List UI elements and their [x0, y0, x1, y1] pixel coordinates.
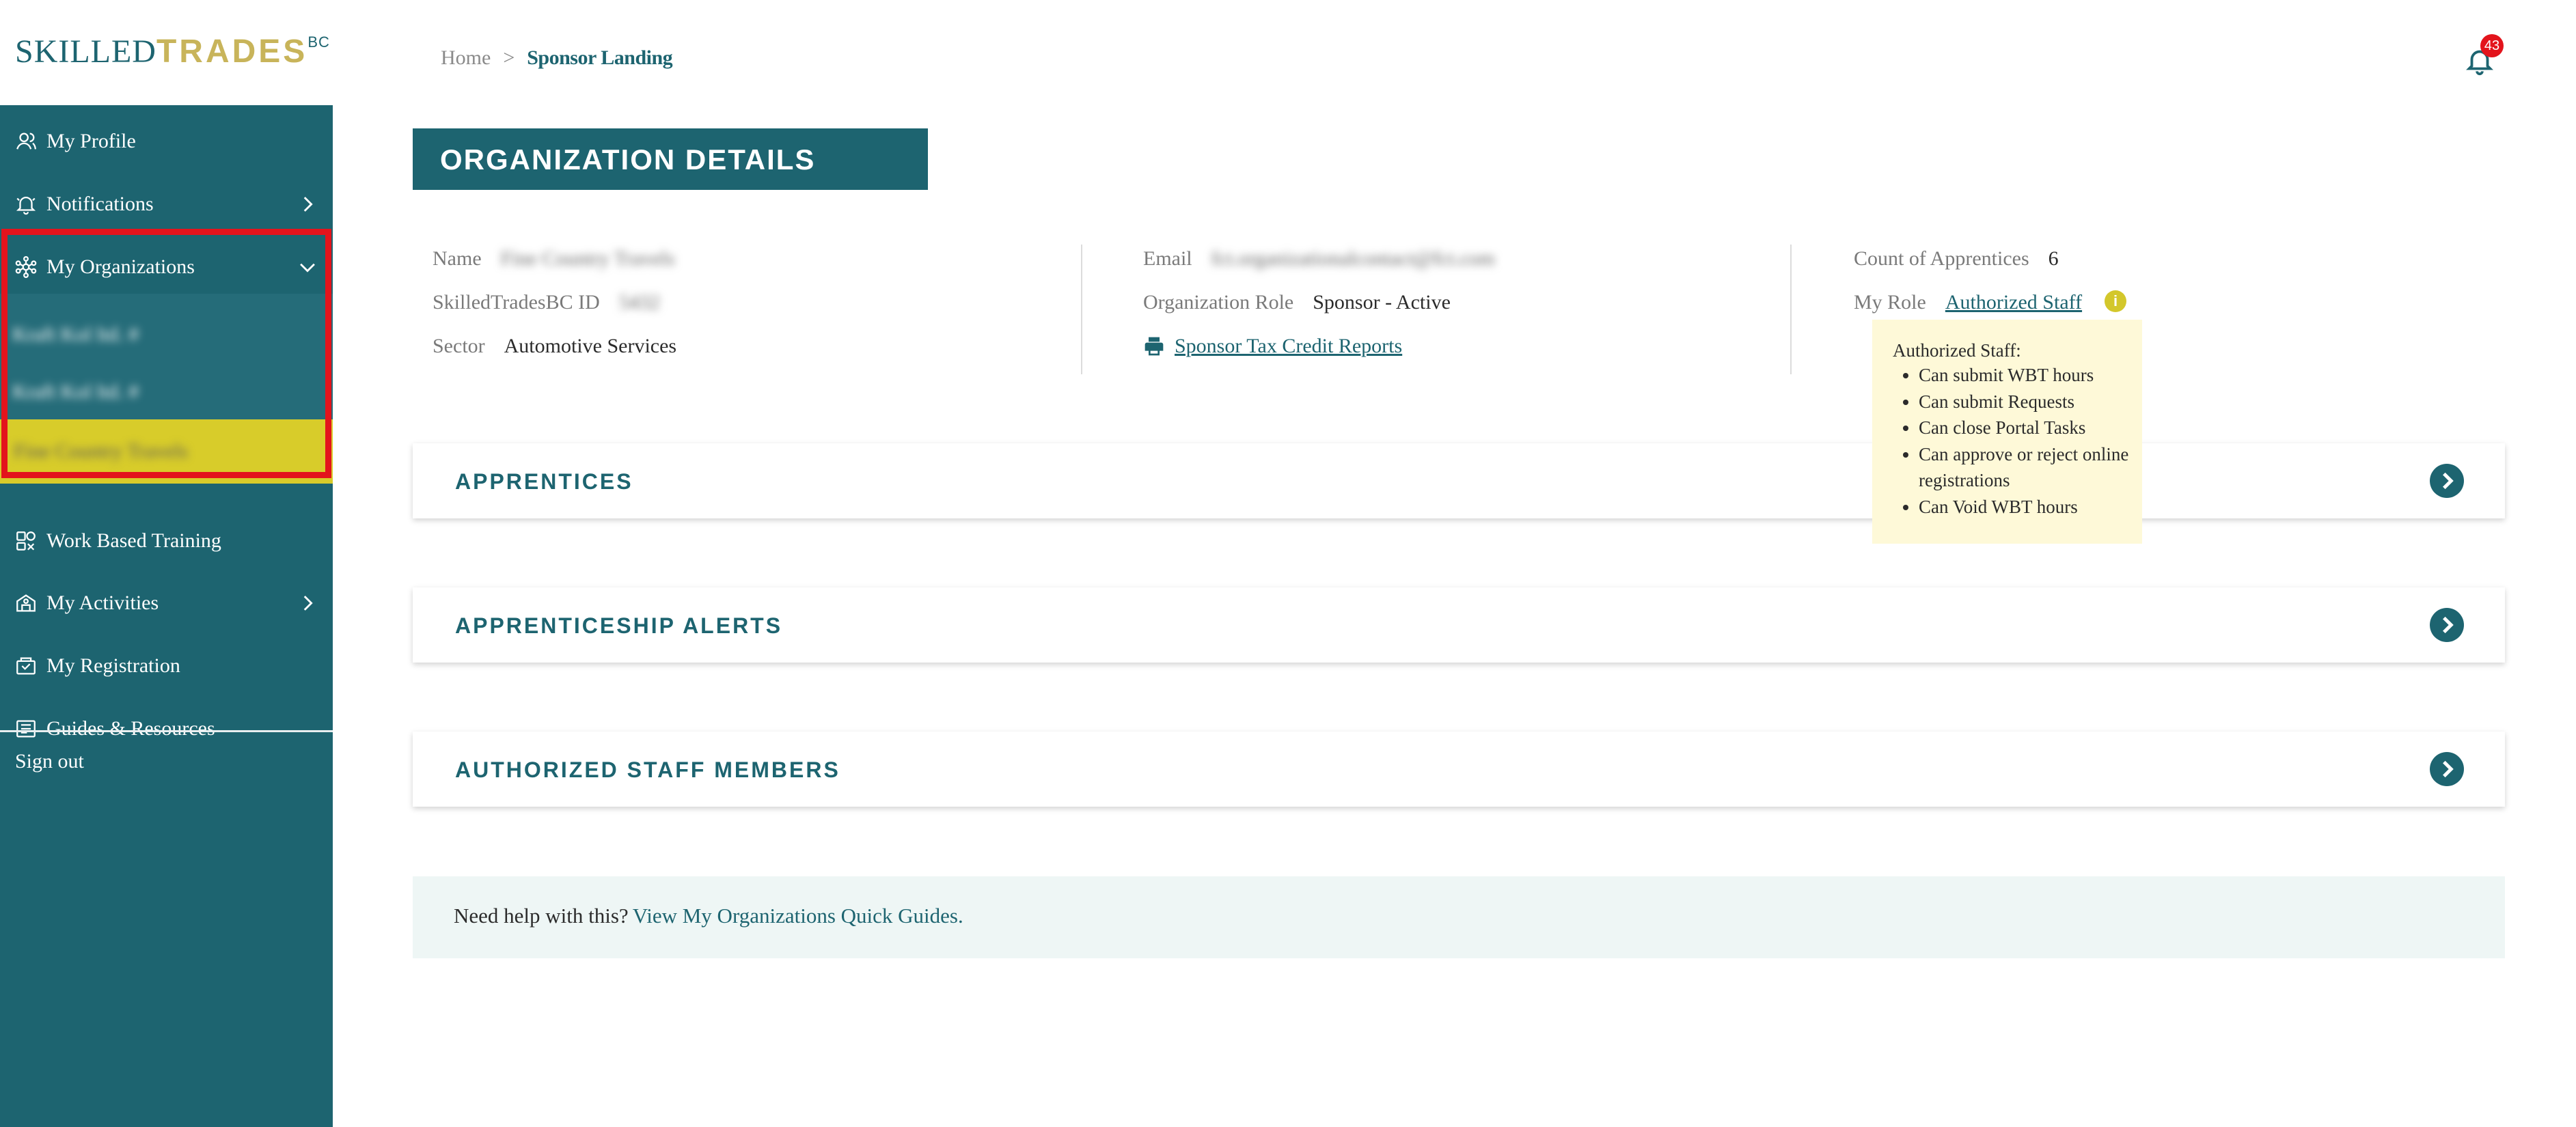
sidebar-item-label: My Registration — [46, 654, 180, 677]
arrow-right-icon[interactable] — [2430, 752, 2464, 786]
detail-email: Email fct.organizationalcontact@fct.com — [1143, 247, 1495, 270]
sidebar: My Profile Notifications Kraft Kol ltd. … — [0, 105, 333, 1127]
breadcrumb: Home > Sponsor Landing — [441, 46, 673, 70]
bell-icon — [12, 191, 40, 218]
email-label: Email — [1143, 247, 1192, 270]
sidebar-item-my-organizations[interactable]: My Organizations — [0, 236, 333, 298]
detail-sector: Sector Automotive Services — [433, 335, 676, 358]
tooltip-item: Can Void WBT hours — [1919, 494, 2151, 520]
arrow-right-icon[interactable] — [2430, 464, 2464, 498]
organizations-submenu: Kraft Kol ltd. # Kraft Kol ltd. # — [0, 294, 333, 419]
tooltip-permission-list: Can submit WBT hours Can submit Requests… — [1893, 362, 2151, 520]
count-value: 6 — [2048, 247, 2059, 270]
user-icon — [12, 128, 40, 155]
network-icon — [12, 253, 40, 281]
sidebar-item-label: Work Based Training — [46, 529, 221, 552]
role-tooltip: Authorized Staff: Can submit WBT hours C… — [1872, 320, 2142, 544]
column-divider — [1081, 245, 1082, 374]
printer-icon — [1145, 337, 1164, 356]
submenu-item-active[interactable]: Fine Country Travels — [0, 419, 333, 484]
registration-icon — [12, 652, 40, 680]
quick-guides-link[interactable]: View My Organizations Quick Guides. — [633, 904, 963, 928]
sidebar-item-my-registration[interactable]: My Registration — [0, 635, 333, 697]
help-text: Need help with this? — [454, 904, 629, 928]
sector-value: Automotive Services — [504, 335, 677, 357]
column-divider — [1790, 245, 1792, 374]
page-title-banner: ORGANIZATION DETAILS — [413, 128, 928, 190]
logo[interactable]: SKILLEDTRADESBC — [15, 33, 330, 70]
tax-credit-reports-link[interactable]: Sponsor Tax Credit Reports — [1175, 335, 1402, 358]
page-title: ORGANIZATION DETAILS — [440, 143, 816, 176]
sector-label: Sector — [433, 335, 485, 357]
chevron-right-icon — [303, 596, 313, 611]
training-icon — [12, 527, 40, 555]
name-value: Fine Country Travels — [500, 247, 675, 270]
sidebar-item-my-profile[interactable]: My Profile — [0, 111, 333, 172]
org-role-label: Organization Role — [1143, 291, 1294, 314]
tax-report-link-row[interactable]: Sponsor Tax Credit Reports — [1143, 335, 1402, 358]
breadcrumb-separator: > — [503, 46, 515, 69]
info-icon[interactable]: i — [2105, 290, 2126, 312]
sidebar-item-notifications[interactable]: Notifications — [0, 173, 333, 235]
detail-apprentice-count: Count of Apprentices 6 — [1854, 247, 2059, 270]
detail-org-role: Organization Role Sponsor - Active — [1143, 291, 1451, 314]
breadcrumb-home[interactable]: Home — [441, 46, 491, 69]
logo-part-trades: TRADES — [156, 33, 308, 70]
sidebar-item-label: My Organizations — [46, 255, 195, 278]
tooltip-item: Can submit Requests — [1919, 389, 2151, 415]
my-role-link[interactable]: Authorized Staff — [1945, 291, 2082, 314]
submenu-item[interactable]: Kraft Kol ltd. # — [12, 314, 139, 355]
guides-icon — [12, 715, 40, 742]
help-text-row: Need help with this? View My Organization… — [454, 904, 963, 928]
submenu-item-label: Fine Country Travels — [14, 440, 189, 462]
tooltip-item: Can submit WBT hours — [1919, 362, 2151, 389]
accordion-title: APPRENTICES — [455, 469, 633, 494]
tooltip-title: Authorized Staff: — [1893, 340, 2021, 361]
my-role-label: My Role — [1854, 291, 1926, 314]
sidebar-item-label: Guides & Resources — [46, 717, 215, 740]
detail-id: SkilledTradesBC ID 5432 — [433, 291, 660, 314]
submenu-item[interactable]: Kraft Kol ltd. # — [12, 372, 139, 413]
id-value: 5432 — [618, 291, 660, 314]
sidebar-item-my-activities[interactable]: My Activities — [0, 572, 333, 634]
sidebar-item-label: My Profile — [46, 130, 136, 152]
detail-name: Name Fine Country Travels — [433, 247, 675, 270]
accordion-authorized-staff[interactable]: AUTHORIZED STAFF MEMBERS — [413, 732, 2505, 807]
detail-my-role: My Role Authorized Staff — [1854, 291, 2082, 314]
accordion-apprenticeship-alerts[interactable]: APPRENTICESHIP ALERTS — [413, 587, 2505, 663]
notification-count-badge: 43 — [2480, 34, 2504, 57]
activities-icon — [12, 589, 40, 617]
accordion-title: APPRENTICESHIP ALERTS — [455, 613, 783, 638]
sidebar-item-work-based-training[interactable]: Work Based Training — [0, 510, 333, 572]
count-label: Count of Apprentices — [1854, 247, 2029, 270]
arrow-right-icon[interactable] — [2430, 608, 2464, 642]
help-banner: Need help with this? View My Organization… — [413, 876, 2505, 958]
logo-part-skilled: SKILLED — [15, 33, 156, 70]
accordion-apprentices[interactable]: APPRENTICES — [413, 443, 2505, 518]
email-value: fct.organizationalcontact@fct.com — [1211, 247, 1495, 270]
accordion-title: AUTHORIZED STAFF MEMBERS — [455, 757, 840, 782]
sidebar-divider — [0, 730, 333, 732]
chevron-right-icon — [303, 197, 313, 212]
tooltip-item: Can close Portal Tasks — [1919, 415, 2151, 441]
sidebar-item-label: My Activities — [46, 592, 159, 614]
sign-out-link[interactable]: Sign out — [15, 750, 84, 773]
org-role-value: Sponsor - Active — [1313, 291, 1451, 314]
breadcrumb-current: Sponsor Landing — [527, 46, 673, 69]
sidebar-item-label: Notifications — [46, 193, 154, 215]
chevron-down-icon — [300, 263, 315, 273]
name-label: Name — [433, 247, 482, 270]
logo-part-bc: BC — [307, 33, 330, 51]
tooltip-item: Can approve or reject online registratio… — [1919, 441, 2151, 494]
id-label: SkilledTradesBC ID — [433, 291, 600, 314]
